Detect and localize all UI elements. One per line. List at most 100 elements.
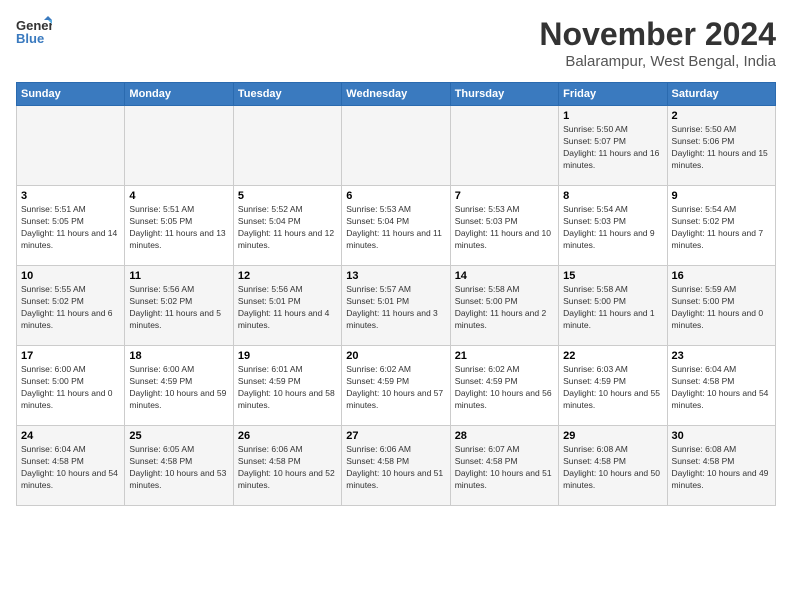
day-number: 22 [563,350,662,362]
day-cell: 6 Sunrise: 5:53 AM Sunset: 5:04 PM Daylig… [342,186,450,266]
day-cell: 24Sunrise: 6:04 AM Sunset: 4:58 PM Dayli… [17,426,125,506]
column-header-saturday: Saturday [667,83,775,106]
day-info: Sunrise: 5:58 AM Sunset: 5:00 PM Dayligh… [455,284,554,332]
day-cell: 3Sunrise: 5:51 AM Sunset: 5:05 PM Daylig… [17,186,125,266]
day-info: Sunrise: 6:01 AM Sunset: 4:59 PM Dayligh… [238,364,337,412]
day-info: Sunrise: 6:00 AM Sunset: 5:00 PM Dayligh… [21,364,120,412]
day-info: Sunrise: 6:02 AM Sunset: 4:59 PM Dayligh… [346,364,445,412]
day-info: Sunrise: 6:08 AM Sunset: 4:58 PM Dayligh… [563,444,662,492]
day-info: Sunrise: 6:00 AM Sunset: 4:59 PM Dayligh… [129,364,228,412]
calendar-subtitle: Balarampur, West Bengal, India [539,53,776,70]
column-header-wednesday: Wednesday [342,83,450,106]
week-row-3: 10 Sunrise: 5:55 AM Sunset: 5:02 PM Dayli… [17,266,776,346]
day-number: 25 [129,430,228,442]
day-number: 27 [346,430,445,442]
day-info: Sunrise: 6:06 AM Sunset: 4:58 PM Dayligh… [238,444,337,492]
day-info: Sunrise: 6:07 AM Sunset: 4:58 PM Dayligh… [455,444,554,492]
day-number: 16 [672,270,771,282]
day-cell: 1Sunrise: 5:50 AM Sunset: 5:07 PM Daylig… [559,106,667,186]
day-info: Sunrise: 5:54 AM Sunset: 5:02 PM Dayligh… [672,204,771,252]
day-info: Sunrise: 5:56 AM Sunset: 5:02 PM Dayligh… [129,284,228,332]
day-cell: 14 Sunrise: 5:58 AM Sunset: 5:00 PM Dayli… [450,266,558,346]
day-number: 15 [563,270,662,282]
day-cell: 23 Sunrise: 6:04 AM Sunset: 4:58 PM Dayli… [667,346,775,426]
day-number: 6 [346,190,445,202]
day-cell: 17 Sunrise: 6:00 AM Sunset: 5:00 PM Dayli… [17,346,125,426]
day-cell: 26Sunrise: 6:06 AM Sunset: 4:58 PM Dayli… [233,426,341,506]
day-info: Sunrise: 6:08 AM Sunset: 4:58 PM Dayligh… [672,444,771,492]
day-cell: 13 Sunrise: 5:57 AM Sunset: 5:01 PM Dayli… [342,266,450,346]
calendar-table: SundayMondayTuesdayWednesdayThursdayFrid… [16,82,776,506]
day-cell: 27 Sunrise: 6:06 AM Sunset: 4:58 PM Dayli… [342,426,450,506]
week-row-2: 3Sunrise: 5:51 AM Sunset: 5:05 PM Daylig… [17,186,776,266]
logo: General Blue [16,16,52,48]
day-number: 10 [21,270,120,282]
day-info: Sunrise: 5:51 AM Sunset: 5:05 PM Dayligh… [21,204,120,252]
day-number: 8 [563,190,662,202]
day-cell [17,106,125,186]
day-number: 7 [455,190,554,202]
day-cell: 25 Sunrise: 6:05 AM Sunset: 4:58 PM Dayli… [125,426,233,506]
day-cell: 22 Sunrise: 6:03 AM Sunset: 4:59 PM Dayli… [559,346,667,426]
calendar-title: November 2024 [539,16,776,53]
day-cell: 21 Sunrise: 6:02 AM Sunset: 4:59 PM Dayli… [450,346,558,426]
column-header-friday: Friday [559,83,667,106]
day-info: Sunrise: 5:59 AM Sunset: 5:00 PM Dayligh… [672,284,771,332]
day-number: 21 [455,350,554,362]
day-cell: 20 Sunrise: 6:02 AM Sunset: 4:59 PM Dayli… [342,346,450,426]
column-header-thursday: Thursday [450,83,558,106]
day-cell: 12Sunrise: 5:56 AM Sunset: 5:01 PM Dayli… [233,266,341,346]
day-info: Sunrise: 6:02 AM Sunset: 4:59 PM Dayligh… [455,364,554,412]
week-row-1: 1Sunrise: 5:50 AM Sunset: 5:07 PM Daylig… [17,106,776,186]
column-header-sunday: Sunday [17,83,125,106]
day-info: Sunrise: 5:53 AM Sunset: 5:03 PM Dayligh… [455,204,554,252]
day-cell: 11Sunrise: 5:56 AM Sunset: 5:02 PM Dayli… [125,266,233,346]
day-cell: 2Sunrise: 5:50 AM Sunset: 5:06 PM Daylig… [667,106,775,186]
day-cell: 7 Sunrise: 5:53 AM Sunset: 5:03 PM Daylig… [450,186,558,266]
day-info: Sunrise: 5:54 AM Sunset: 5:03 PM Dayligh… [563,204,662,252]
day-number: 9 [672,190,771,202]
day-info: Sunrise: 6:06 AM Sunset: 4:58 PM Dayligh… [346,444,445,492]
day-cell: 4 Sunrise: 5:51 AM Sunset: 5:05 PM Daylig… [125,186,233,266]
day-info: Sunrise: 6:04 AM Sunset: 4:58 PM Dayligh… [21,444,120,492]
day-cell: 28 Sunrise: 6:07 AM Sunset: 4:58 PM Dayli… [450,426,558,506]
day-number: 17 [21,350,120,362]
day-number: 20 [346,350,445,362]
day-cell: 8 Sunrise: 5:54 AM Sunset: 5:03 PM Daylig… [559,186,667,266]
page-header: General Blue November 2024 Balarampur, W… [16,16,776,70]
day-cell: 30 Sunrise: 6:08 AM Sunset: 4:58 PM Dayli… [667,426,775,506]
day-info: Sunrise: 5:51 AM Sunset: 5:05 PM Dayligh… [129,204,228,252]
day-number: 28 [455,430,554,442]
day-cell [233,106,341,186]
day-number: 23 [672,350,771,362]
day-cell: 10 Sunrise: 5:55 AM Sunset: 5:02 PM Dayli… [17,266,125,346]
day-number: 2 [672,110,771,122]
column-header-tuesday: Tuesday [233,83,341,106]
header-row: SundayMondayTuesdayWednesdayThursdayFrid… [17,83,776,106]
week-row-4: 17 Sunrise: 6:00 AM Sunset: 5:00 PM Dayli… [17,346,776,426]
day-number: 13 [346,270,445,282]
day-number: 14 [455,270,554,282]
day-info: Sunrise: 5:57 AM Sunset: 5:01 PM Dayligh… [346,284,445,332]
logo-icon: General Blue [16,16,52,48]
title-block: November 2024 Balarampur, West Bengal, I… [539,16,776,70]
day-cell: 29 Sunrise: 6:08 AM Sunset: 4:58 PM Dayli… [559,426,667,506]
day-info: Sunrise: 5:52 AM Sunset: 5:04 PM Dayligh… [238,204,337,252]
day-info: Sunrise: 5:53 AM Sunset: 5:04 PM Dayligh… [346,204,445,252]
day-number: 4 [129,190,228,202]
day-info: Sunrise: 6:05 AM Sunset: 4:58 PM Dayligh… [129,444,228,492]
day-info: Sunrise: 5:55 AM Sunset: 5:02 PM Dayligh… [21,284,120,332]
day-number: 30 [672,430,771,442]
day-number: 29 [563,430,662,442]
day-cell: 16 Sunrise: 5:59 AM Sunset: 5:00 PM Dayli… [667,266,775,346]
day-info: Sunrise: 6:04 AM Sunset: 4:58 PM Dayligh… [672,364,771,412]
day-number: 5 [238,190,337,202]
day-cell: 15Sunrise: 5:58 AM Sunset: 5:00 PM Dayli… [559,266,667,346]
day-info: Sunrise: 6:03 AM Sunset: 4:59 PM Dayligh… [563,364,662,412]
day-number: 18 [129,350,228,362]
day-number: 1 [563,110,662,122]
column-header-monday: Monday [125,83,233,106]
day-cell: 5 Sunrise: 5:52 AM Sunset: 5:04 PM Daylig… [233,186,341,266]
day-cell [342,106,450,186]
day-cell [125,106,233,186]
